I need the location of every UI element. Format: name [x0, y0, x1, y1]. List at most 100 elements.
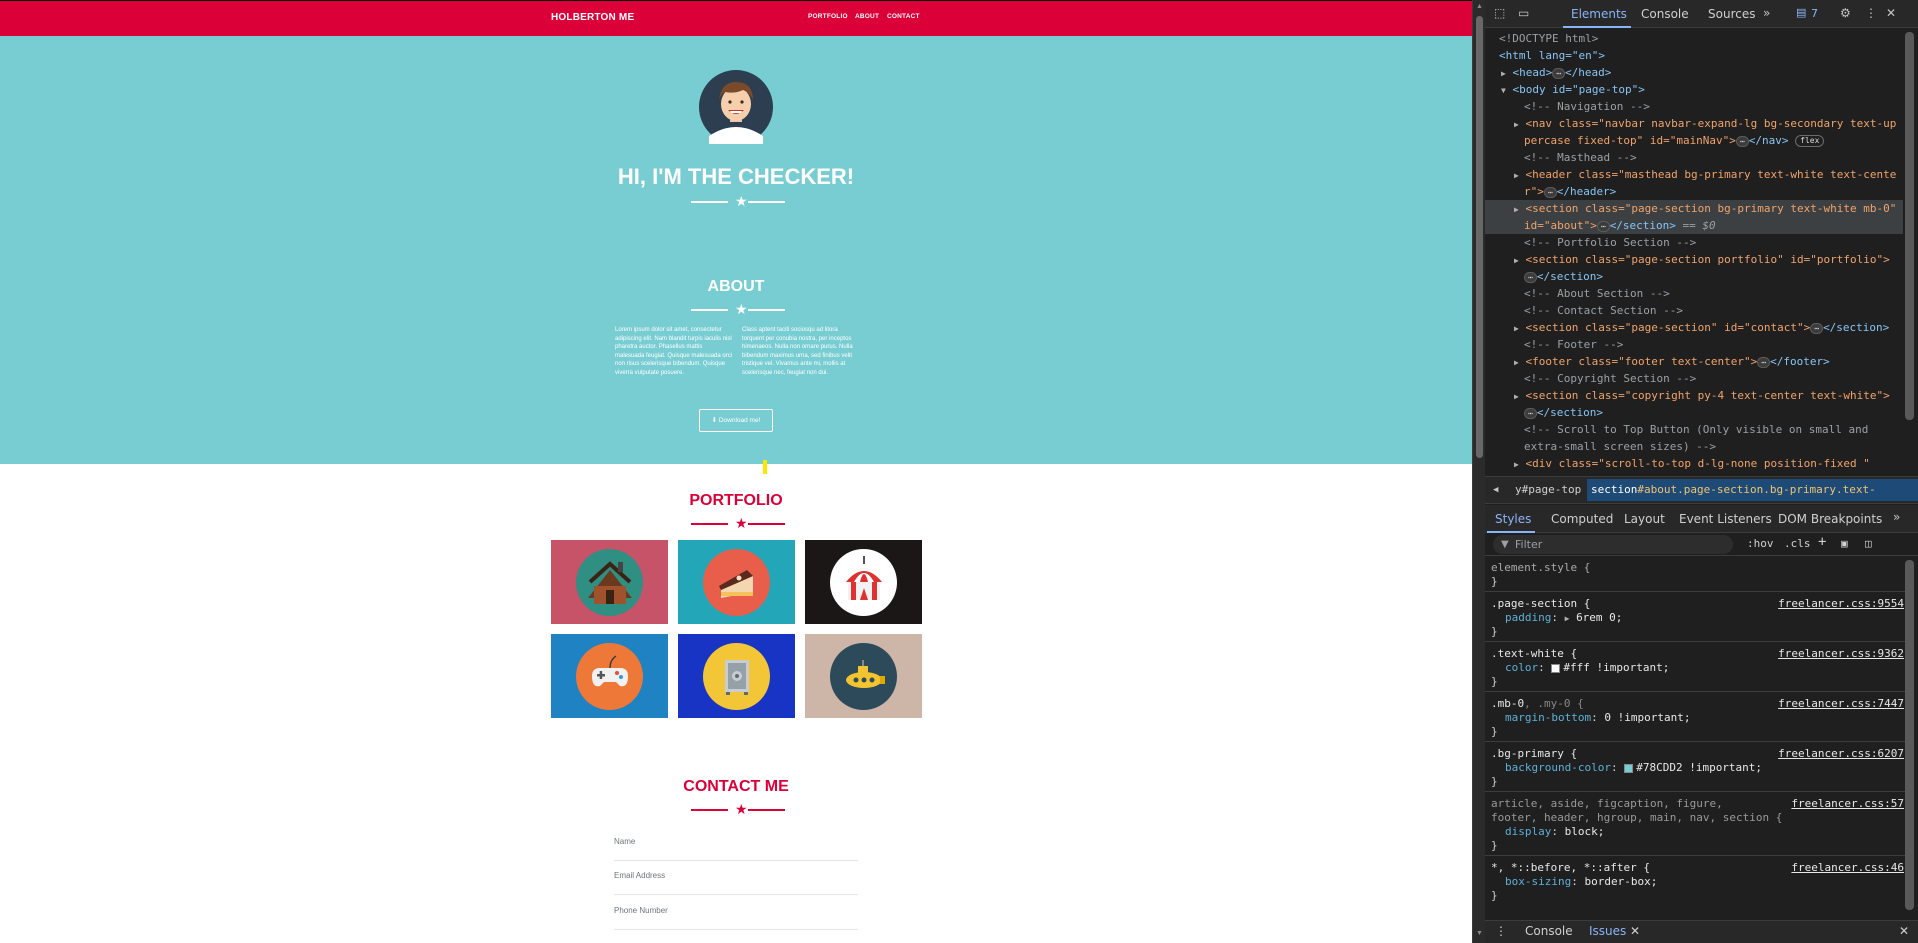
- tab-layout[interactable]: Layout: [1624, 512, 1665, 526]
- gamepad-icon: [576, 642, 643, 710]
- dom-node-doctype[interactable]: <!DOCTYPE html>: [1485, 30, 1905, 47]
- dom-node-header[interactable]: ▶ <header class="masthead bg-primary tex…: [1485, 166, 1905, 184]
- dom-tree-scrollbar-thumb[interactable]: [1905, 32, 1914, 420]
- dom-node-section-about-cont[interactable]: id="about"> ⋯ </section> == $0: [1485, 217, 1905, 234]
- portfolio-item-cake[interactable]: [678, 540, 795, 624]
- nav-link-portfolio[interactable]: PORTFOLIO: [808, 13, 848, 20]
- inspect-element-icon[interactable]: ⬚: [1494, 6, 1505, 20]
- dom-node-section-contact[interactable]: ▶ <section class="page-section" id="cont…: [1485, 319, 1905, 337]
- navbar-brand[interactable]: HOLBERTON ME: [551, 12, 634, 23]
- rule-close: }: [1491, 675, 1498, 688]
- dom-node-nav-cont[interactable]: percase fixed-top" id="mainNav"> ⋯ </nav> …: [1485, 132, 1905, 149]
- color-format-icon[interactable]: ▣: [1841, 537, 1848, 550]
- download-button[interactable]: ⬇ Download me!: [699, 409, 773, 432]
- tab-sources[interactable]: Sources: [1708, 7, 1755, 21]
- scroll-down-icon[interactable]: ▼: [1476, 930, 1483, 937]
- dom-comment-footer[interactable]: <!-- Footer -->: [1485, 336, 1905, 353]
- dom-node-section-portfolio-cont[interactable]: ⋯ </section>: [1485, 268, 1905, 285]
- rule-separator: [1485, 791, 1905, 792]
- tab-event-listeners[interactable]: Event Listeners: [1679, 512, 1772, 526]
- nav-link-contact[interactable]: CONTACT: [887, 13, 920, 20]
- add-rule-icon[interactable]: +: [1818, 534, 1826, 550]
- rule-close: }: [1491, 575, 1498, 588]
- styles-filter-input[interactable]: ▼ Filter: [1493, 535, 1733, 554]
- dom-comment-copyright[interactable]: <!-- Copyright Section -->: [1485, 370, 1905, 387]
- close-devtools-icon[interactable]: ✕: [1886, 6, 1896, 20]
- dom-node-scroll-to-top[interactable]: ▶ <div class="scroll-to-top d-lg-none po…: [1485, 455, 1905, 473]
- cls-toggle[interactable]: .cls: [1784, 537, 1811, 550]
- dom-node-footer[interactable]: ▶ <footer class="footer text-center"> ⋯ </…: [1485, 353, 1905, 371]
- portfolio-item-cabin[interactable]: [551, 540, 668, 624]
- dom-comment-scroll-top-cont[interactable]: extra-small screen sizes) -->: [1485, 438, 1905, 455]
- dom-node-html[interactable]: <html lang="en">: [1485, 47, 1905, 64]
- more-tabs-icon[interactable]: »: [1763, 6, 1770, 20]
- tab-styles[interactable]: Styles: [1495, 512, 1531, 526]
- tab-console[interactable]: Console: [1641, 7, 1689, 21]
- tab-dom-breakpoints[interactable]: DOM Breakpoints: [1778, 512, 1882, 526]
- page-scrollbar[interactable]: ▲ ▼: [1472, 0, 1485, 943]
- portfolio-item-game[interactable]: [551, 634, 668, 718]
- dom-node-nav[interactable]: ▶ <nav class="navbar navbar-expand-lg bg…: [1485, 115, 1905, 133]
- breadcrumb-section[interactable]: section#about.page-section.bg-primary.te…: [1587, 479, 1918, 518]
- drawer-tab-issues[interactable]: Issues: [1589, 924, 1626, 938]
- rule-property[interactable]: margin-bottom: 0 !important;: [1505, 709, 1690, 726]
- dom-node-section-copyright[interactable]: ▶ <section class="copyright py-4 text-ce…: [1485, 387, 1905, 405]
- tab-elements[interactable]: Elements: [1571, 7, 1627, 21]
- dom-comment-scroll-top[interactable]: <!-- Scroll to Top Button (Only visible …: [1485, 421, 1905, 438]
- portfolio-item-submarine[interactable]: [805, 634, 922, 718]
- close-issues-icon[interactable]: ✕: [1630, 924, 1640, 938]
- toggle-sidebar-icon[interactable]: ◫: [1865, 537, 1872, 550]
- device-toolbar-icon[interactable]: ▭: [1518, 6, 1529, 20]
- hov-toggle[interactable]: :hov: [1747, 537, 1774, 550]
- devtools-toolbar: ⬚ ▭ Elements Console Sources » ▤ 7 ⚙ ⋮ ✕: [1485, 0, 1918, 28]
- color-swatch[interactable]: [1624, 763, 1634, 773]
- rule-source-link[interactable]: freelancer.css:57: [1791, 795, 1904, 812]
- email-field[interactable]: Email Address: [614, 862, 858, 895]
- tab-computed[interactable]: Computed: [1551, 512, 1613, 526]
- dom-comment-navigation[interactable]: <!-- Navigation -->: [1485, 98, 1905, 115]
- more-panels-icon[interactable]: »: [1893, 510, 1900, 524]
- dom-comment-about[interactable]: <!-- About Section -->: [1485, 285, 1905, 302]
- dom-node-section-copyright-cont[interactable]: ⋯ </section>: [1485, 404, 1905, 421]
- dom-node-header-cont[interactable]: r"> ⋯ </header>: [1485, 183, 1905, 200]
- color-swatch[interactable]: [1551, 663, 1561, 673]
- chevron-left-icon[interactable]: ◀: [1493, 477, 1498, 503]
- styles-scrollbar-thumb[interactable]: [1905, 560, 1914, 910]
- rule-property[interactable]: box-sizing: border-box;: [1505, 873, 1657, 890]
- phone-field[interactable]: Phone Number: [614, 897, 858, 930]
- rule-property[interactable]: background-color: #78CDD2 !important;: [1505, 759, 1762, 776]
- rule-source-link[interactable]: freelancer.css:46: [1791, 859, 1904, 876]
- kebab-menu-icon[interactable]: ⋮: [1865, 6, 1877, 20]
- rule-source-link[interactable]: freelancer.css:9554: [1778, 595, 1904, 612]
- dom-comment-masthead[interactable]: <!-- Masthead -->: [1485, 149, 1905, 166]
- submarine-icon: [830, 642, 897, 710]
- issues-icon[interactable]: ▤: [1796, 6, 1806, 19]
- dom-node-head[interactable]: ▶ <head> ⋯ </head>: [1485, 64, 1905, 82]
- message-field-partial[interactable]: [614, 932, 858, 943]
- scroll-up-icon[interactable]: ▲: [1476, 3, 1483, 10]
- drawer-menu-icon[interactable]: ⋮: [1495, 924, 1507, 938]
- nav-link-about[interactable]: ABOUT: [855, 13, 879, 20]
- issues-count[interactable]: 7: [1811, 7, 1818, 20]
- breadcrumb-body[interactable]: y#page-top: [1515, 477, 1581, 503]
- portfolio-item-circus[interactable]: [805, 540, 922, 624]
- rule-property[interactable]: display: block;: [1505, 823, 1604, 840]
- drawer-tab-console[interactable]: Console: [1525, 924, 1573, 938]
- rule-source-link[interactable]: freelancer.css:9362: [1778, 645, 1904, 662]
- dom-node-section-portfolio[interactable]: ▶ <section class="page-section portfolio…: [1485, 251, 1905, 269]
- dom-comment-portfolio[interactable]: <!-- Portfolio Section -->: [1485, 234, 1905, 251]
- scrollbar-thumb[interactable]: [1476, 16, 1483, 458]
- rule-property[interactable]: color: #fff !important;: [1505, 659, 1669, 676]
- rule-property[interactable]: padding: ▶ 6rem 0;: [1505, 609, 1622, 627]
- rule-source-link[interactable]: freelancer.css:6207: [1778, 745, 1904, 762]
- name-field[interactable]: Name: [614, 828, 858, 861]
- rule-source-link[interactable]: freelancer.css:7447: [1778, 695, 1904, 712]
- close-drawer-icon[interactable]: ✕: [1899, 924, 1909, 938]
- portfolio-item-safe[interactable]: [678, 634, 795, 718]
- dom-comment-contact[interactable]: <!-- Contact Section -->: [1485, 302, 1905, 319]
- rule-element-style[interactable]: element.style {: [1491, 559, 1590, 576]
- dom-node-section-about-selected[interactable]: ▶ <section class="page-section bg-primar…: [1485, 200, 1905, 218]
- settings-gear-icon[interactable]: ⚙: [1840, 6, 1851, 20]
- rule-close: }: [1491, 889, 1498, 902]
- dom-node-body[interactable]: ▼ <body id="page-top">: [1485, 81, 1905, 99]
